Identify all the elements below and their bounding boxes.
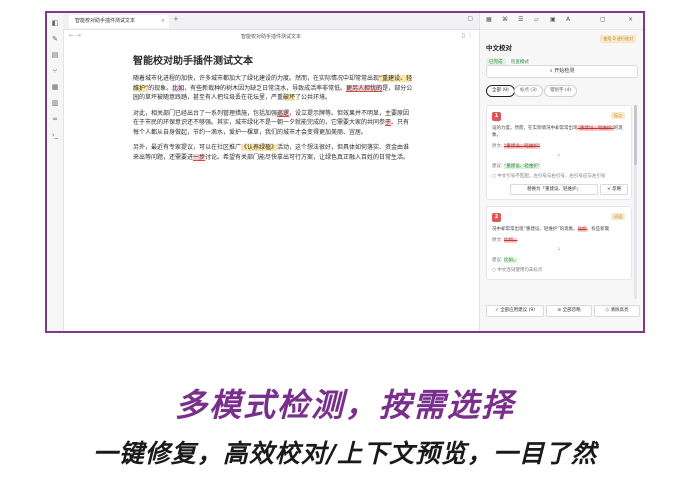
tab-bar: 智能校对助手插件测试文本 × + ▢ (63, 13, 479, 30)
caption-headline: 多模式检测，按需选择 (174, 386, 515, 424)
link-icon[interactable]: ∞ (47, 113, 63, 125)
caption-subline: 一键修复，高效校对/上下文预览，一目了然 (92, 439, 598, 468)
highlight-issue-7[interactable]: 《认养绿植》 (241, 144, 278, 151)
explanation-option[interactable]: ○ 中文连词使用句末标点 (492, 267, 626, 274)
tab-close-icon[interactable]: × (161, 15, 165, 28)
original-row: 原文: 比如。 (492, 238, 518, 243)
highlight-issue-8[interactable]: 一步 (193, 153, 206, 161)
filter-all[interactable]: 全部 (9) (486, 85, 515, 97)
original-text: “重建设、轻维护” (503, 144, 541, 149)
close-window-icon[interactable]: × (628, 16, 633, 23)
panel-layout-icon[interactable]: ▢ (600, 16, 606, 23)
issue-list-scrollbar[interactable] (634, 105, 637, 299)
file-icon[interactable]: ▤ (47, 49, 63, 61)
scrollbar-thumb[interactable] (634, 105, 637, 165)
terminal-icon[interactable]: ›_ (47, 129, 63, 141)
ignore-button[interactable]: × 忽略 (600, 184, 628, 195)
nav-title: 智能校对助手插件测试文本 (240, 34, 301, 40)
proofread-panel: ▦ ⌘ ☰ ▱ ▣ A ▢ × 中文校对 使用 D 进行校对 已完成 检查模式 … (479, 13, 643, 331)
panel-title: 中文校对 (486, 44, 512, 52)
new-tab-icon[interactable]: + (173, 15, 179, 23)
document-icon[interactable]: ▥ (47, 97, 63, 109)
more-options-icon[interactable]: ▯ ⋮ (462, 32, 473, 39)
highlight-issue-3[interactable]: 更另人担忧的 (346, 84, 383, 92)
bookmark-icon[interactable]: ▱ (534, 16, 539, 23)
app-window: ◧ ✎ ▤ ⑂ ▦ ▥ ∞ ›_ 智能校对助手插件测试文本 × + ▢ ← → … (45, 11, 645, 333)
paragraph-3: 另外，最近有专家提议，可以在社区推广《认养绿植》活动，这个想法很好，但具体如何落… (133, 144, 410, 161)
highlight-issue-2[interactable]: 比如 (172, 84, 185, 92)
issue-number: 1 (492, 112, 501, 121)
outline-icon[interactable]: ☰ (518, 16, 523, 23)
calendar-icon[interactable]: ▦ (47, 81, 63, 93)
tab-document[interactable]: 智能校对助手插件测试文本 × (69, 15, 169, 28)
paragraph-1: 随着城市化进程的加快，许多城市都加大了绿化建设的力度。然而，在实际情况中却常常出… (133, 75, 413, 101)
clear-highlight-button[interactable]: ◇ 清除高亮 (594, 305, 640, 317)
filter-tabs: 全部 (9) 标点 (3) 错别字 (4) (486, 85, 638, 97)
ignore-all-button[interactable]: ⊘ 全部忽略 (546, 305, 592, 317)
graph-icon[interactable]: ⑂ (47, 65, 63, 77)
issue-context: 设的力度。然而，在实际情况中却常常出现“重建设、轻维护”的现象。 (492, 126, 623, 138)
edit-icon[interactable]: ✎ (47, 33, 63, 45)
issue-type-badge: 标点 (611, 112, 625, 119)
highlight-issue-5[interactable]: 巡逻 (277, 109, 290, 117)
editor-pane[interactable]: 智能校对助手插件测试文本 随着城市化进程的加快，许多城市都加大了绿化建设的力度。… (63, 43, 479, 331)
panel-badge: 使用 D 进行校对 (600, 35, 636, 43)
issue-card[interactable]: 1 标点 设的力度。然而，在实际情况中却常常出现“重建设、轻维护”的现象。 原文… (486, 105, 632, 200)
panel-actions: ✓ 全部应用建议 (9) ⊘ 全部忽略 ◇ 清除高亮 (486, 305, 640, 317)
panel-header: 中文校对 使用 D 进行校对 已完成 检查模式 (486, 35, 638, 66)
issue-number: 2 (492, 213, 501, 222)
arrow-down-icon: ↓ (557, 247, 561, 252)
paragraph-2: 对此，相关部门已经出台了一系列管理措施，包括加强巡逻，设立提示牌等。但效果并不明… (133, 109, 410, 136)
tag-icon[interactable]: ⌘ (502, 16, 508, 23)
filter-typos[interactable]: 错别字 (4) (544, 85, 578, 97)
replace-button[interactable]: 替换为「重建设、轻维护」 (510, 184, 598, 195)
archive-icon[interactable]: ▣ (550, 16, 556, 23)
suggested-text: 比如， (503, 258, 518, 263)
suggestion-row: 建议: 比如， (492, 258, 518, 263)
arrow-down-icon: ↓ (557, 153, 561, 158)
filter-punctuation[interactable]: 标点 (3) (514, 85, 543, 97)
issue-context: 况中却常常出现“重建设、轻维护”的现象。比如，有些新栽 (492, 227, 610, 232)
sidebar-toggle-icon[interactable]: ◧ (47, 17, 63, 29)
issue-list: 1 标点 设的力度。然而，在实际情况中却常常出现“重建设、轻维护”的现象。 原文… (486, 105, 632, 299)
document-title: 智能校对助手插件测试文本 (133, 56, 253, 67)
issue-card[interactable]: 2 词语 况中却常常出现“重建设、轻维护”的现象。比如，有些新栽 原文: 比如。… (486, 206, 632, 280)
suggestion-row: 建议: “重建设、轻维护” (492, 164, 541, 169)
translate-icon[interactable]: A (566, 16, 570, 23)
panel-toggle-icon[interactable]: ▦ (486, 16, 492, 23)
suggested-text: “重建设、轻维护” (503, 164, 541, 169)
nav-bar: ← → 智能校对助手插件测试文本 ▯ ⋮ (63, 29, 479, 43)
start-check-button[interactable]: ⌕ 开始检测 (486, 65, 638, 78)
document-body[interactable]: 智能校对助手插件测试文本 随着城市化进程的加快，许多城市都加大了绿化建设的力度。… (133, 55, 413, 168)
original-row: 原文: “重建设、轻维护” (492, 144, 541, 149)
panel-toolbar: ▦ ⌘ ☰ ▱ ▣ A ▢ × (480, 13, 643, 30)
tab-title: 智能校对助手插件测试文本 (75, 18, 136, 24)
apply-all-button[interactable]: ✓ 全部应用建议 (9) (486, 305, 544, 317)
highlight-issue-4[interactable]: 破坏 (283, 94, 296, 101)
issue-type-badge: 词语 (611, 213, 625, 220)
left-ribbon: ◧ ✎ ▤ ⑂ ▦ ▥ ∞ ›_ (47, 13, 64, 331)
explanation-option[interactable]: ○ 中文引号不匹配，左引号与右引号，右引号应与左引号 (492, 173, 626, 180)
original-text: 比如。 (503, 238, 518, 243)
layout-toggle-icon[interactable]: ▢ (467, 15, 473, 22)
